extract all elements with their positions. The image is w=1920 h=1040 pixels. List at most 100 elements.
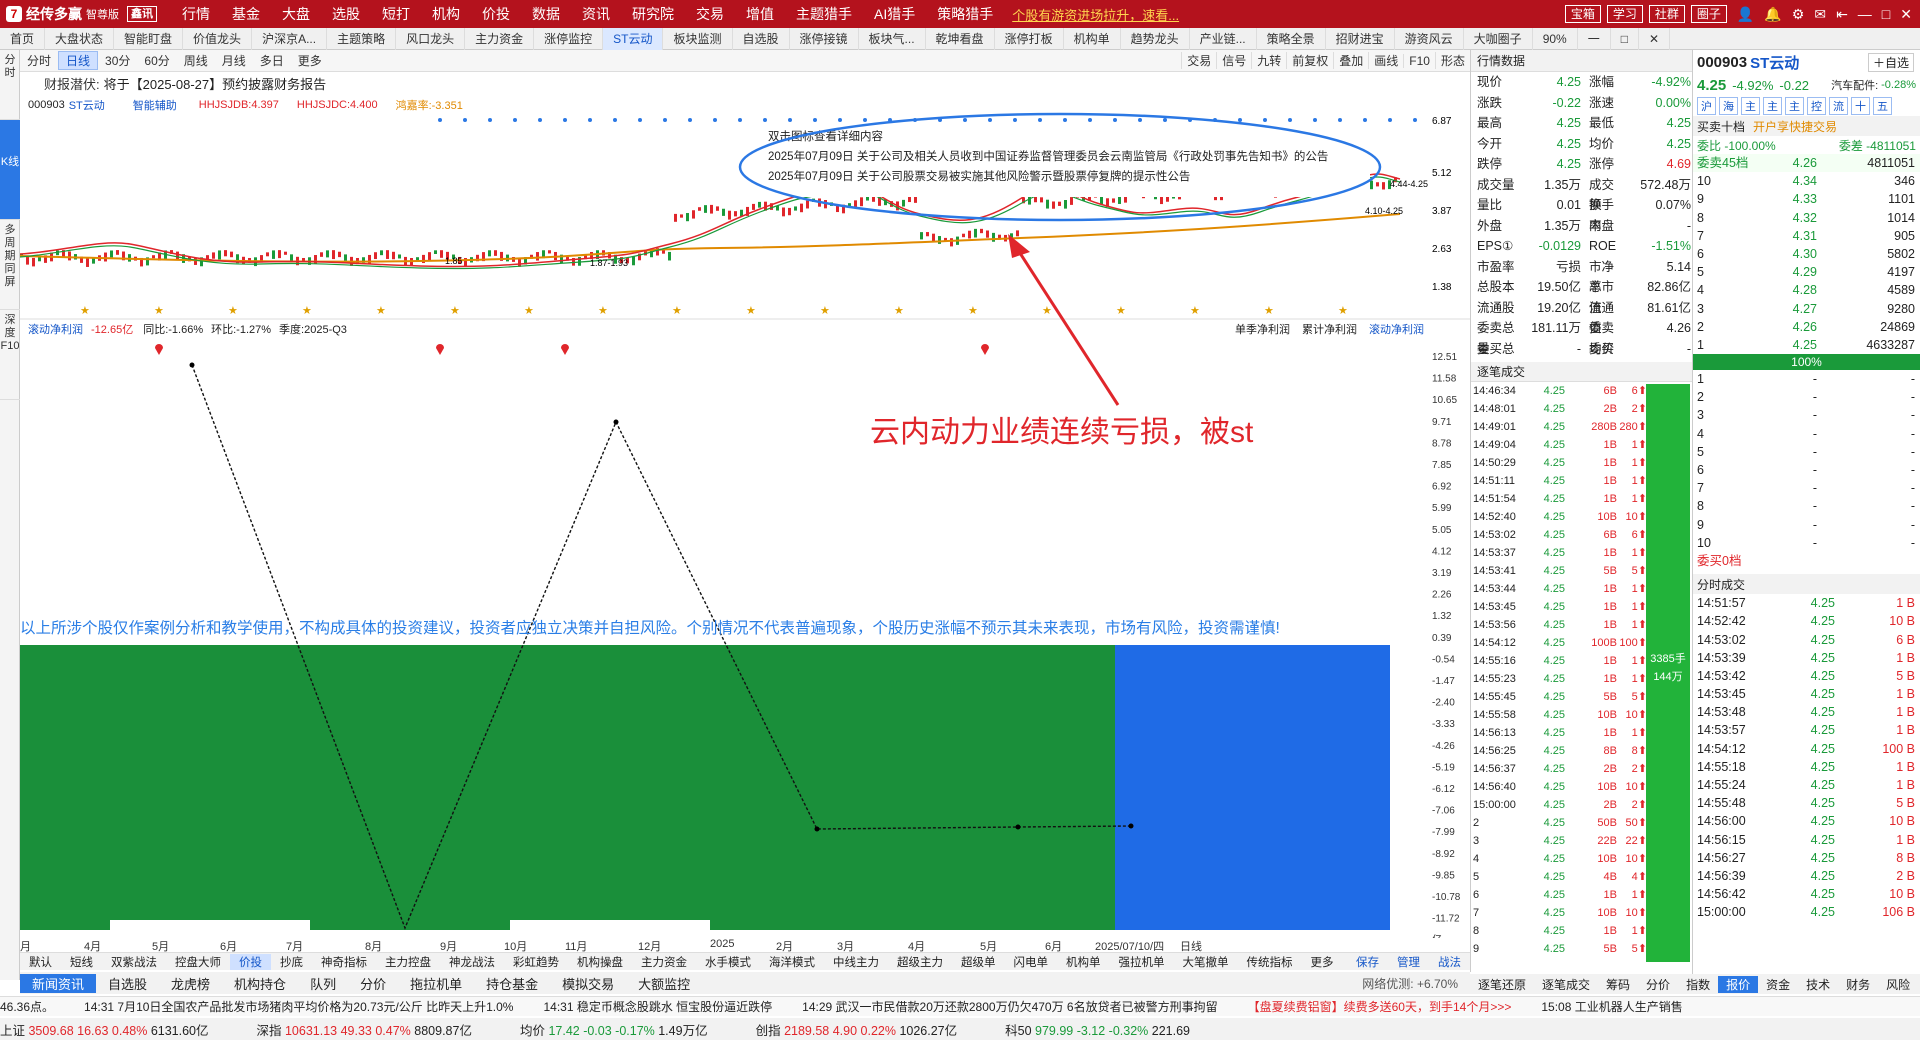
- menu-item[interactable]: 价投: [482, 4, 510, 24]
- tooltip-line[interactable]: 2025年07月09日 关于公司股票交易被实施其他风险警示暨股票停复牌的提示性公…: [768, 167, 1370, 187]
- tab[interactable]: 自选股: [733, 27, 790, 50]
- indicator-tab[interactable]: 控盘大师: [166, 954, 230, 970]
- menu-item[interactable]: 资讯: [582, 4, 610, 24]
- period-button[interactable]: 分时: [20, 52, 58, 69]
- minimize-icon[interactable]: 一: [1578, 27, 1611, 50]
- period-button[interactable]: 30分: [98, 52, 137, 69]
- tab[interactable]: 策略全景: [1257, 27, 1326, 50]
- indicator-tab[interactable]: 价投: [230, 953, 271, 970]
- add-watchlist-button[interactable]: ＋自选: [1867, 52, 1914, 72]
- indicator-action[interactable]: 保存: [1347, 954, 1388, 970]
- sidebar-item-f10[interactable]: 深度F10: [0, 310, 20, 400]
- tab[interactable]: 风口龙头: [396, 27, 466, 50]
- quick-tab[interactable]: 主: [1785, 97, 1804, 115]
- more-button[interactable]: 更多: [291, 52, 329, 69]
- panel-tab[interactable]: 资金: [1758, 976, 1798, 993]
- indicator-tab[interactable]: 短线: [61, 954, 102, 970]
- tab-home[interactable]: 首页: [0, 27, 46, 50]
- indicator-tab[interactable]: 默认: [20, 954, 61, 970]
- tab[interactable]: 沪深京A...: [252, 27, 328, 50]
- quick-tab[interactable]: 主: [1741, 97, 1760, 115]
- quick-tab[interactable]: 五: [1873, 97, 1892, 115]
- tab-news[interactable]: 新闻资讯: [20, 973, 97, 993]
- menu-item[interactable]: 机构: [432, 4, 460, 24]
- quick-tab[interactable]: 十: [1851, 97, 1870, 115]
- indicator-tab[interactable]: 主力资金: [632, 954, 696, 970]
- sidebar-item-multi-period[interactable]: 多周期同屏: [0, 220, 20, 310]
- tooltip-line[interactable]: 2025年07月09日 关于公司及相关人员收到中国证券监督管理委员会云南监管局《…: [768, 147, 1370, 167]
- index-item[interactable]: 深指 10631.13 49.33 0.47% 8809.87亿: [257, 1020, 472, 1039]
- tab[interactable]: 游资风云: [1395, 27, 1464, 50]
- indicator-tab[interactable]: 抄底: [271, 954, 312, 970]
- quick-tab[interactable]: 海: [1719, 97, 1738, 115]
- tab[interactable]: 大盘状态: [45, 27, 115, 50]
- tab-watchlist[interactable]: 自选股: [96, 974, 159, 993]
- menu-item[interactable]: 选股: [332, 4, 360, 24]
- indicator-tab[interactable]: 超级主力: [888, 954, 952, 970]
- maximize-icon[interactable]: □: [1882, 6, 1890, 22]
- treasure-button[interactable]: 宝箱: [1564, 5, 1601, 23]
- indicator-tab[interactable]: 超级单: [952, 954, 1005, 970]
- indicator-tab[interactable]: 双紫战法: [102, 954, 166, 970]
- menu-item[interactable]: 大盘: [282, 4, 310, 24]
- ticker-item[interactable]: 46.36点。: [0, 998, 54, 1015]
- tab-lhb[interactable]: 龙虎榜: [159, 974, 222, 993]
- ticker-promo[interactable]: 【盘夏续费铝窗】续费多送60天，到手14个月>>>: [1248, 998, 1512, 1015]
- tab[interactable]: 乾坤看盘: [926, 27, 995, 50]
- menu-item[interactable]: 数据: [532, 4, 560, 24]
- menu-item[interactable]: 交易: [696, 4, 724, 24]
- draw-button[interactable]: 画线: [1368, 52, 1403, 69]
- menu-item[interactable]: 行情: [182, 4, 210, 24]
- period-button[interactable]: 多日: [253, 52, 291, 69]
- indicator-tab[interactable]: 彩虹趋势: [504, 954, 568, 970]
- panel-tab[interactable]: 逐笔成交: [1534, 976, 1598, 993]
- tab-sim-trade[interactable]: 模拟交易: [550, 974, 626, 993]
- close-icon[interactable]: ✕: [1900, 6, 1912, 23]
- quick-tab[interactable]: 控: [1807, 97, 1826, 115]
- indicator-action[interactable]: 管理: [1388, 954, 1429, 970]
- menu-item[interactable]: 主题猎手: [796, 4, 852, 24]
- ticker-item[interactable]: 14:31 7月10日全国农产品批发市场猪肉平均价格为20.73元/公斤 比昨天…: [84, 998, 513, 1015]
- menu-item[interactable]: 增值: [746, 4, 774, 24]
- menu-item[interactable]: AI猎手: [874, 4, 915, 24]
- user-icon[interactable]: 👤: [1737, 6, 1754, 23]
- tab[interactable]: 产业链...: [1190, 27, 1257, 50]
- indicator-tab[interactable]: 海洋模式: [760, 954, 824, 970]
- index-item[interactable]: 均价 17.42 -0.03 -0.17% 1.49万亿: [520, 1020, 708, 1039]
- menu-item[interactable]: 研究院: [632, 4, 674, 24]
- index-item[interactable]: 上证 3509.68 16.63 0.48% 6131.60亿: [0, 1020, 209, 1039]
- indicator-tab[interactable]: 机构单: [1057, 954, 1110, 970]
- tab-fund-holding[interactable]: 持仓基金: [474, 974, 550, 993]
- tab-big-order[interactable]: 大额监控: [626, 974, 702, 993]
- pin-icon[interactable]: ⇤: [1836, 6, 1848, 23]
- trade-dropdown[interactable]: 交易: [1181, 52, 1216, 69]
- indicator-tab[interactable]: 神龙战法: [440, 954, 504, 970]
- period-button-daily[interactable]: 日线: [58, 51, 99, 70]
- tab-single-quarter[interactable]: 单季净利润: [1229, 321, 1296, 337]
- tab[interactable]: 机构单: [1064, 27, 1121, 50]
- account-promo[interactable]: 开户享快捷交易: [1753, 118, 1837, 135]
- gear-icon[interactable]: ⚙: [1792, 6, 1805, 23]
- indicator-tab[interactable]: 中线主力: [824, 954, 888, 970]
- tab-tractor[interactable]: 拖拉机单: [398, 974, 474, 993]
- index-item[interactable]: 创指 2189.58 4.90 0.22% 1026.27亿: [756, 1020, 958, 1039]
- tab[interactable]: 主题策略: [327, 27, 397, 50]
- period-button[interactable]: 60分: [137, 52, 176, 69]
- indicator-tab[interactable]: 更多: [1302, 954, 1343, 970]
- tab-price-dist[interactable]: 分价: [348, 974, 398, 993]
- menu-item[interactable]: 短打: [382, 4, 410, 24]
- tab[interactable]: 主力资金: [465, 27, 535, 50]
- tab[interactable]: 板块气...: [859, 27, 926, 50]
- assist-toggle[interactable]: 智能辅助: [133, 97, 177, 113]
- tab-st-yundong[interactable]: ST云动: [603, 27, 664, 50]
- sidebar-item-fenshi[interactable]: 分时: [0, 50, 20, 120]
- indicator-tab[interactable]: 机构操盘: [568, 954, 632, 970]
- quick-tab[interactable]: 沪: [1697, 97, 1716, 115]
- quick-tab[interactable]: 主: [1763, 97, 1782, 115]
- period-button[interactable]: 周线: [177, 52, 215, 69]
- panel-tab[interactable]: 风险: [1878, 976, 1918, 993]
- indicator-action[interactable]: 战法: [1429, 954, 1470, 970]
- tab[interactable]: 涨停接镜: [790, 27, 859, 50]
- indicator-tab[interactable]: 强拉机单: [1110, 954, 1174, 970]
- learn-button[interactable]: 学习: [1606, 5, 1643, 23]
